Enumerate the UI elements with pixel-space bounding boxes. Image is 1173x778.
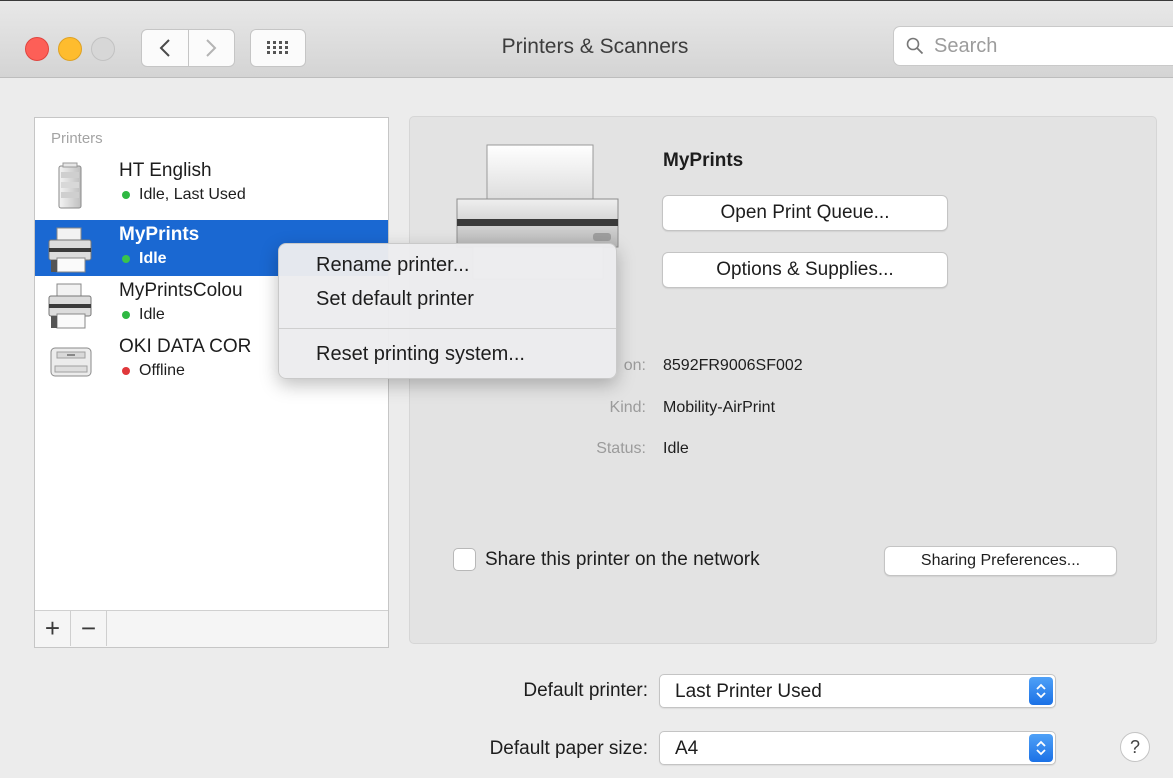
share-printer-label[interactable]: Share this printer on the network — [485, 549, 760, 571]
share-printer-checkbox[interactable] — [453, 548, 476, 571]
menu-item-reset-printing-system[interactable]: Reset printing system... — [316, 343, 525, 366]
kind-label: Kind: — [609, 399, 646, 416]
minimize-window-button[interactable] — [58, 37, 82, 61]
printer-status: Idle, Last Used — [122, 186, 246, 204]
help-button[interactable]: ? — [1120, 732, 1150, 762]
location-value: 8592FR9006SF002 — [663, 357, 803, 374]
default-paper-size-value: A4 — [675, 738, 699, 759]
preferences-window: Printers & Scanners Printers H — [0, 0, 1173, 778]
back-forward-group — [141, 29, 235, 67]
printer-icon — [47, 226, 95, 274]
close-window-button[interactable] — [25, 37, 49, 61]
add-printer-button[interactable]: + — [35, 611, 71, 646]
printer-list: Printers HT English Idle, Last Used MyPr… — [34, 117, 389, 648]
updown-chevron-icon — [1029, 734, 1053, 762]
printer-name: MyPrints — [119, 224, 200, 245]
grid-icon — [267, 41, 288, 54]
printer-name: HT English — [119, 160, 212, 181]
status-label: Status: — [596, 440, 646, 457]
status-dot-icon — [122, 367, 130, 375]
tower-printer-icon — [47, 162, 95, 210]
options-supplies-button[interactable]: Options & Supplies... — [662, 252, 948, 288]
sharing-preferences-button[interactable]: Sharing Preferences... — [884, 546, 1117, 576]
default-paper-size-select[interactable]: A4 — [659, 731, 1056, 765]
search-input[interactable] — [932, 33, 1156, 59]
printer-status-text: Idle — [139, 250, 167, 267]
search-icon — [906, 37, 924, 55]
status-value: Idle — [663, 440, 689, 457]
menu-separator — [279, 328, 616, 329]
printer-row-ht-english[interactable]: HT English Idle, Last Used — [35, 156, 388, 212]
remove-printer-button[interactable]: − — [71, 611, 107, 646]
status-dot-icon — [122, 191, 130, 199]
default-printer-select[interactable]: Last Printer Used — [659, 674, 1056, 708]
default-paper-size-label: Default paper size: — [489, 738, 648, 759]
menu-item-set-default-printer[interactable]: Set default printer — [316, 288, 474, 311]
menu-item-rename-printer[interactable]: Rename printer... — [316, 254, 469, 277]
printer-status-text: Idle, Last Used — [139, 186, 246, 203]
window-title: Printers & Scanners — [501, 35, 689, 58]
status-dot-icon — [122, 255, 130, 263]
printer-status: Idle — [122, 306, 165, 324]
printer-name: OKI DATA COR — [119, 336, 252, 357]
printer-status: Offline — [122, 362, 185, 380]
back-button[interactable] — [142, 30, 188, 66]
printer-status-text: Offline — [139, 362, 185, 379]
status-dot-icon — [122, 311, 130, 319]
printer-detail-panel: MyPrints Open Print Queue... Options & S… — [409, 116, 1157, 644]
selected-printer-title: MyPrints — [663, 150, 744, 171]
open-print-queue-button[interactable]: Open Print Queue... — [662, 195, 948, 231]
printer-context-menu: Rename printer... Set default printer Re… — [278, 243, 617, 379]
search-field[interactable] — [893, 26, 1173, 66]
list-footer: + − — [35, 610, 388, 647]
laser-printer-icon — [47, 338, 95, 386]
zoom-window-button[interactable] — [91, 37, 115, 61]
printer-status: Idle — [122, 250, 167, 268]
default-printer-label: Default printer: — [523, 680, 648, 701]
default-printer-value: Last Printer Used — [675, 681, 822, 702]
updown-chevron-icon — [1029, 677, 1053, 705]
title-bar: Printers & Scanners — [0, 1, 1173, 78]
show-all-button[interactable] — [250, 29, 306, 67]
forward-button[interactable] — [187, 30, 235, 66]
printer-icon — [47, 282, 95, 330]
chevron-left-icon — [159, 39, 170, 57]
list-header: Printers — [51, 130, 103, 147]
kind-value: Mobility-AirPrint — [663, 399, 776, 416]
chevron-right-icon — [206, 39, 217, 57]
printer-name: MyPrintsColou — [119, 280, 243, 301]
printer-status-text: Idle — [139, 306, 165, 323]
